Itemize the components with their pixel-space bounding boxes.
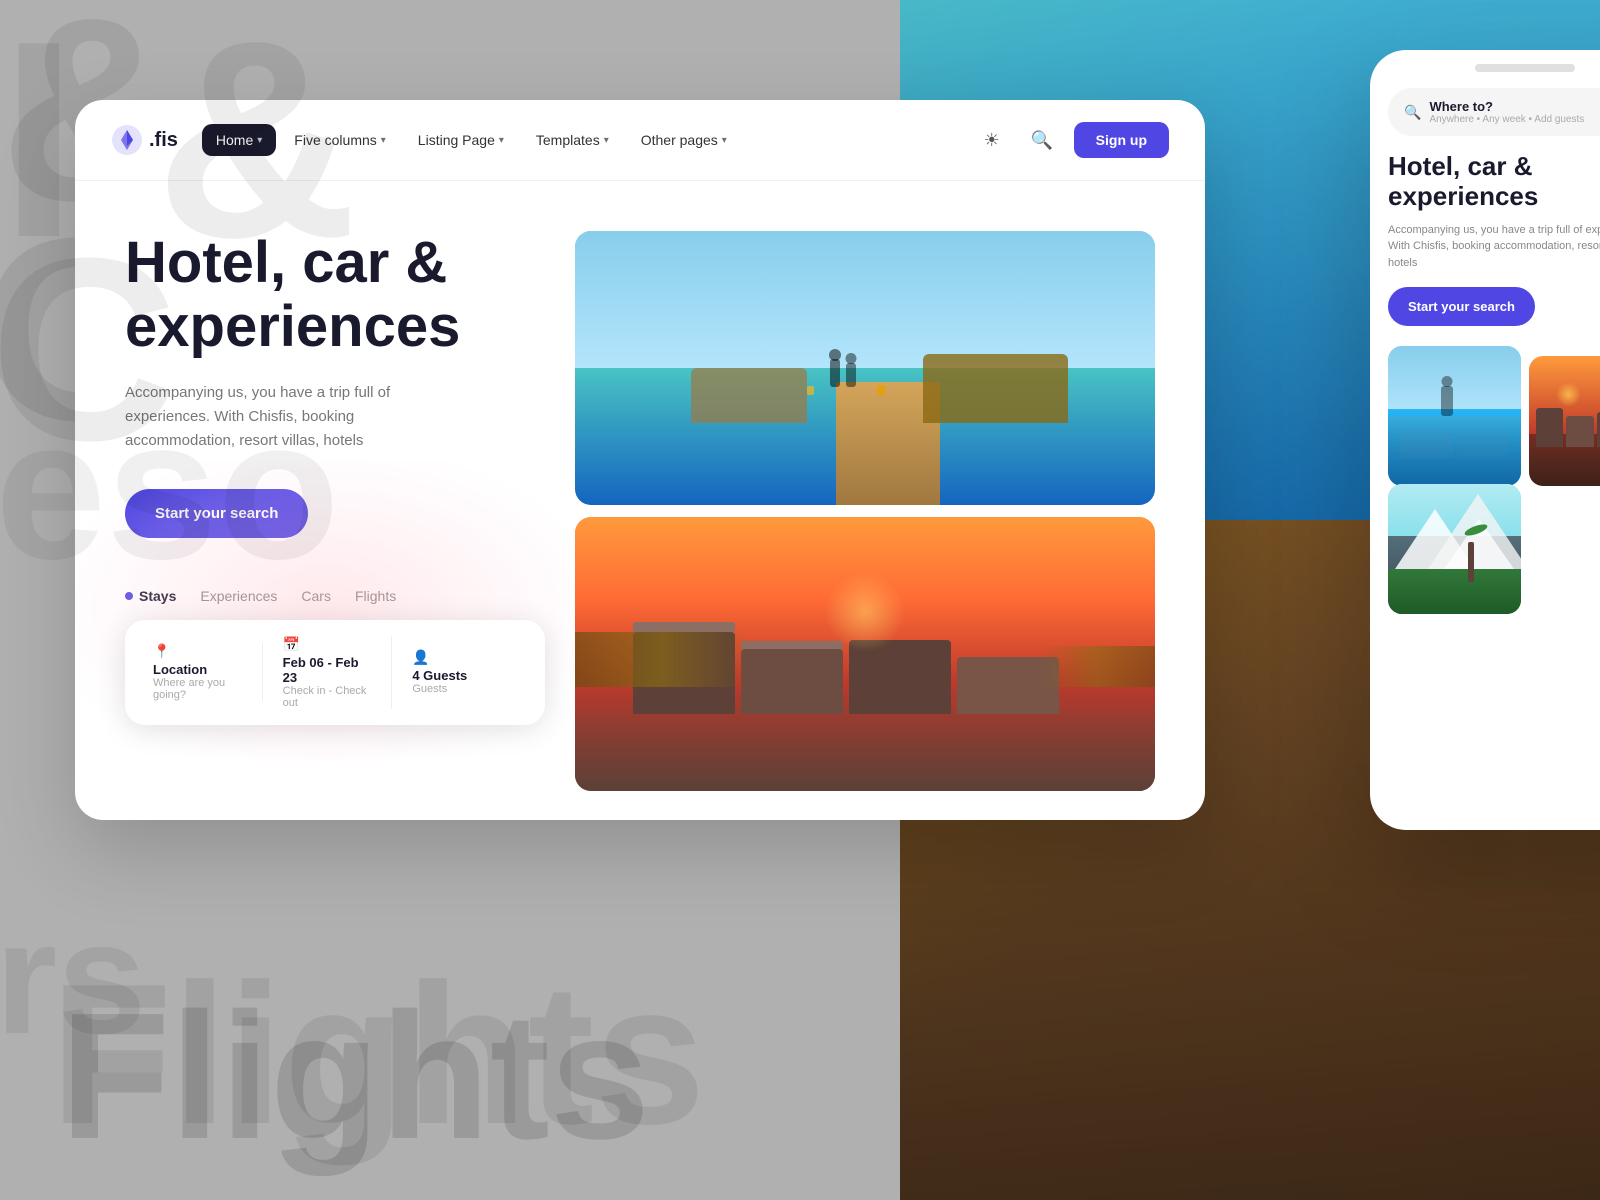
guests-sub: Guests — [412, 683, 501, 695]
phone-hero-subtitle: Accompanying us, you have a trip full of… — [1388, 222, 1600, 272]
nav-actions: ☀ 🔍 Sign up — [974, 122, 1169, 158]
tab-flights[interactable]: Flights — [355, 588, 396, 604]
phone-search-title: Where to? — [1429, 99, 1600, 114]
location-field[interactable]: 📍 Location Where are you going? — [149, 643, 263, 701]
location-label: Location — [153, 662, 242, 677]
location-icon: 📍 — [153, 643, 242, 660]
phone-images — [1388, 346, 1600, 614]
hero-image-top — [575, 231, 1155, 505]
hero-images — [575, 231, 1155, 791]
phone-card: 🔍 Where to? Anywhere • Any week • Add gu… — [1370, 50, 1600, 830]
nav-listing-page[interactable]: Listing Page ▾ — [404, 124, 518, 156]
guests-label: 4 Guests — [412, 668, 501, 683]
nav-templates[interactable]: Templates ▾ — [522, 124, 623, 156]
phone-scene-water — [1388, 346, 1521, 486]
phone-image-2 — [1529, 356, 1600, 486]
date-field[interactable]: 📅 Feb 06 - Feb 23 Check in - Check out — [263, 636, 393, 709]
phone-search-icon: 🔍 — [1404, 104, 1421, 121]
phone-notch — [1475, 64, 1575, 72]
phone-image-1 — [1388, 346, 1521, 486]
search-button[interactable]: 🔍 — [1024, 122, 1060, 158]
location-placeholder: Where are you going? — [153, 677, 242, 701]
chevron-down-icon: ▾ — [381, 135, 386, 146]
hero-image-bottom — [575, 517, 1155, 791]
chevron-down-icon: ▾ — [722, 135, 727, 146]
phone-scene-mountain — [1388, 484, 1521, 614]
theme-toggle-button[interactable]: ☀ — [974, 122, 1010, 158]
phone-content: 🔍 Where to? Anywhere • Any week • Add gu… — [1370, 72, 1600, 630]
phone-search-sub: Anywhere • Any week • Add guests — [1429, 114, 1600, 125]
phone-search-bar[interactable]: 🔍 Where to? Anywhere • Any week • Add gu… — [1388, 88, 1600, 136]
phone-image-3 — [1388, 484, 1521, 614]
bg-text-large-3: eso — [0, 390, 340, 590]
nav-other-pages[interactable]: Other pages ▾ — [627, 124, 741, 156]
bg-text-rs: rs — [0, 886, 146, 1070]
bg-text-flights: Flights — [50, 940, 705, 1170]
phone-search-main: Where to? Anywhere • Any week • Add gues… — [1429, 99, 1600, 125]
search-bar: 📍 Location Where are you going? 📅 Feb 06… — [125, 620, 545, 725]
chevron-down-icon: ▾ — [499, 135, 504, 146]
phone-scene-sunset — [1529, 356, 1600, 486]
phone-hero-title: Hotel, car & experiences — [1388, 152, 1600, 212]
tropical-scene — [575, 231, 1155, 505]
guests-icon: 👤 — [412, 649, 501, 666]
calendar-icon: 📅 — [283, 636, 372, 653]
signup-button[interactable]: Sign up — [1074, 122, 1169, 158]
sunset-scene — [575, 517, 1155, 791]
date-label: Feb 06 - Feb 23 — [283, 655, 372, 685]
date-sub: Check in - Check out — [283, 685, 372, 709]
phone-cta-button[interactable]: Start your search — [1388, 287, 1535, 326]
guests-field[interactable]: 👤 4 Guests Guests — [392, 649, 521, 695]
chevron-down-icon: ▾ — [604, 135, 609, 146]
